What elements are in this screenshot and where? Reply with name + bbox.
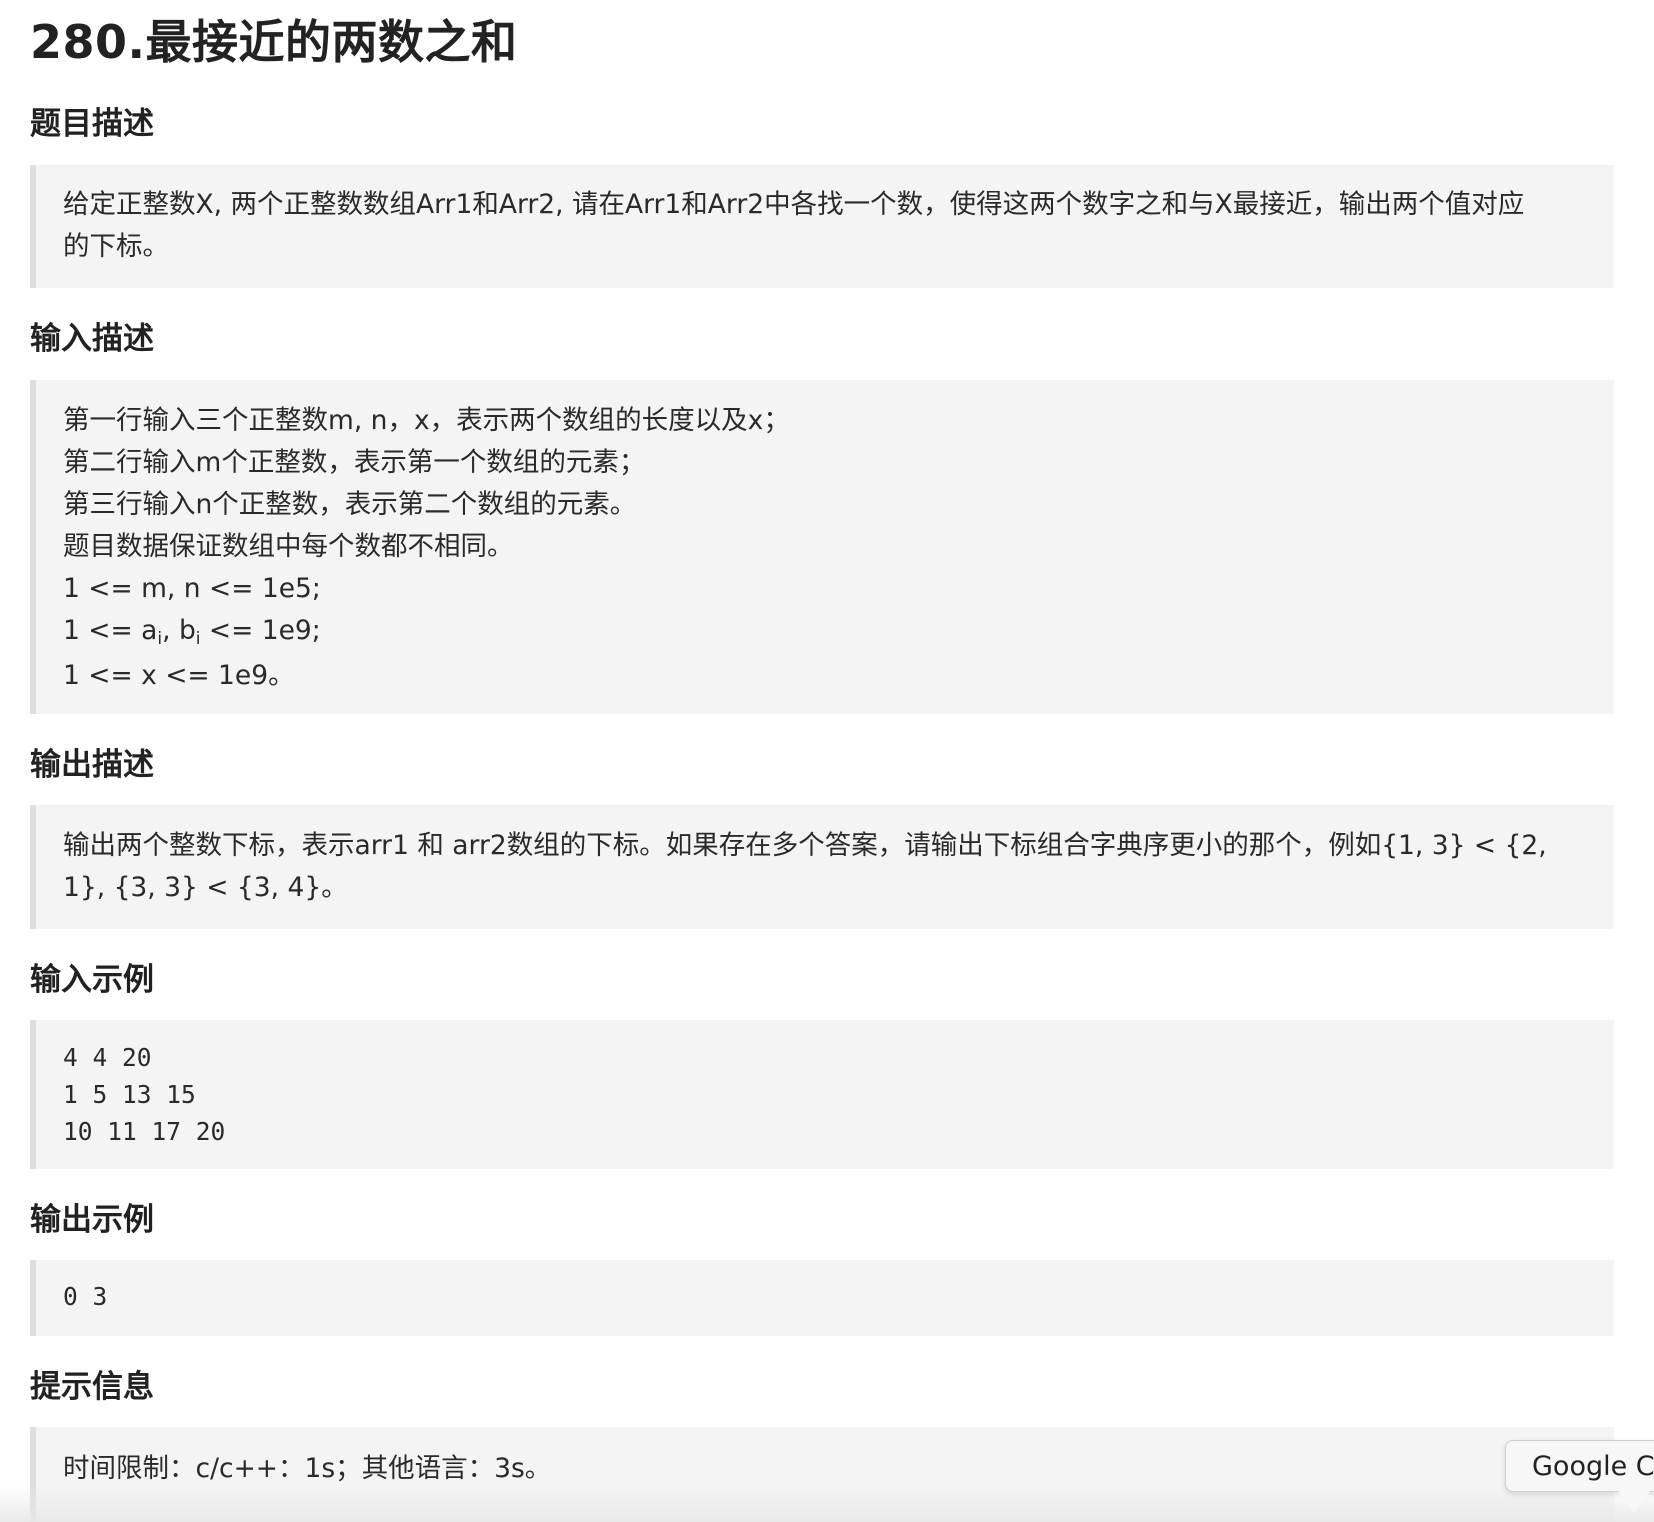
input-desc-constraint-ab: 1 <= ai, bi <= 1e9; xyxy=(63,610,1586,655)
input-description-block: 第一行输入三个正整数m, n，x，表示两个数组的长度以及x； 第二行输入m个正整… xyxy=(30,380,1614,714)
input-desc-line: 第二行输入m个正整数，表示第一个数组的元素； xyxy=(63,447,646,478)
code-line: 10 11 17 20 xyxy=(63,1117,226,1146)
input-desc-line: 第三行输入n个正整数，表示第二个数组的元素。 xyxy=(63,489,637,520)
description-block: 给定正整数X, 两个正整数数组Arr1和Arr2, 请在Arr1和Arr2中各找… xyxy=(30,165,1614,288)
subscript-i: i xyxy=(195,629,201,649)
description-line: 给定正整数X, 两个正整数数组Arr1和Arr2, 请在Arr1和Arr2中各找… xyxy=(63,189,1525,220)
output-example-heading: 输出示例 xyxy=(30,1202,154,1238)
input-desc-line: 1 <= m, n <= 1e5; xyxy=(63,573,321,604)
input-description-heading: 输入描述 xyxy=(30,321,154,357)
description-line: 的下标。 xyxy=(63,231,169,262)
code-line: 4 4 20 xyxy=(63,1043,152,1072)
page-title: 280.最接近的两数之和 xyxy=(30,15,518,69)
code-line: 1 5 13 15 xyxy=(63,1080,196,1109)
constraint-suffix: <= 1e9; xyxy=(200,615,321,646)
subscript-i: i xyxy=(157,629,163,649)
output-description-heading: 输出描述 xyxy=(30,747,154,783)
input-example-code: 4 4 20 1 5 13 15 10 11 17 20 xyxy=(30,1020,1614,1169)
description-heading: 题目描述 xyxy=(30,106,154,142)
output-description-block: 输出两个整数下标，表示arr1 和 arr2数组的下标。如果存在多个答案，请输出… xyxy=(30,805,1614,929)
input-desc-line: 第一行输入三个正整数m, n，x，表示两个数组的长度以及x； xyxy=(63,405,790,436)
input-desc-line: 1 <= x <= 1e9。 xyxy=(63,660,295,691)
code-line: 0 3 xyxy=(63,1282,108,1311)
constraint-middle: , b xyxy=(162,615,196,646)
constraint-prefix: 1 <= a xyxy=(63,615,158,646)
input-example-heading: 输入示例 xyxy=(30,962,154,998)
input-desc-line: 题目数据保证数组中每个数都不相同。 xyxy=(63,531,514,562)
hint-line: 时间限制：c/c++：1s；其他语言：3s。 xyxy=(63,1453,552,1484)
output-desc-line: 输出两个整数下标，表示arr1 和 arr2数组的下标。如果存在多个答案，请输出… xyxy=(63,830,1547,861)
output-example-code: 0 3 xyxy=(30,1260,1614,1336)
output-desc-line: 1}, {3, 3} < {3, 4}。 xyxy=(63,872,348,903)
tooltip-tail xyxy=(1618,1491,1650,1513)
bottom-fade-overlay xyxy=(0,1485,1654,1522)
hint-heading: 提示信息 xyxy=(30,1369,154,1405)
translate-tooltip[interactable]: Google C xyxy=(1505,1440,1654,1492)
